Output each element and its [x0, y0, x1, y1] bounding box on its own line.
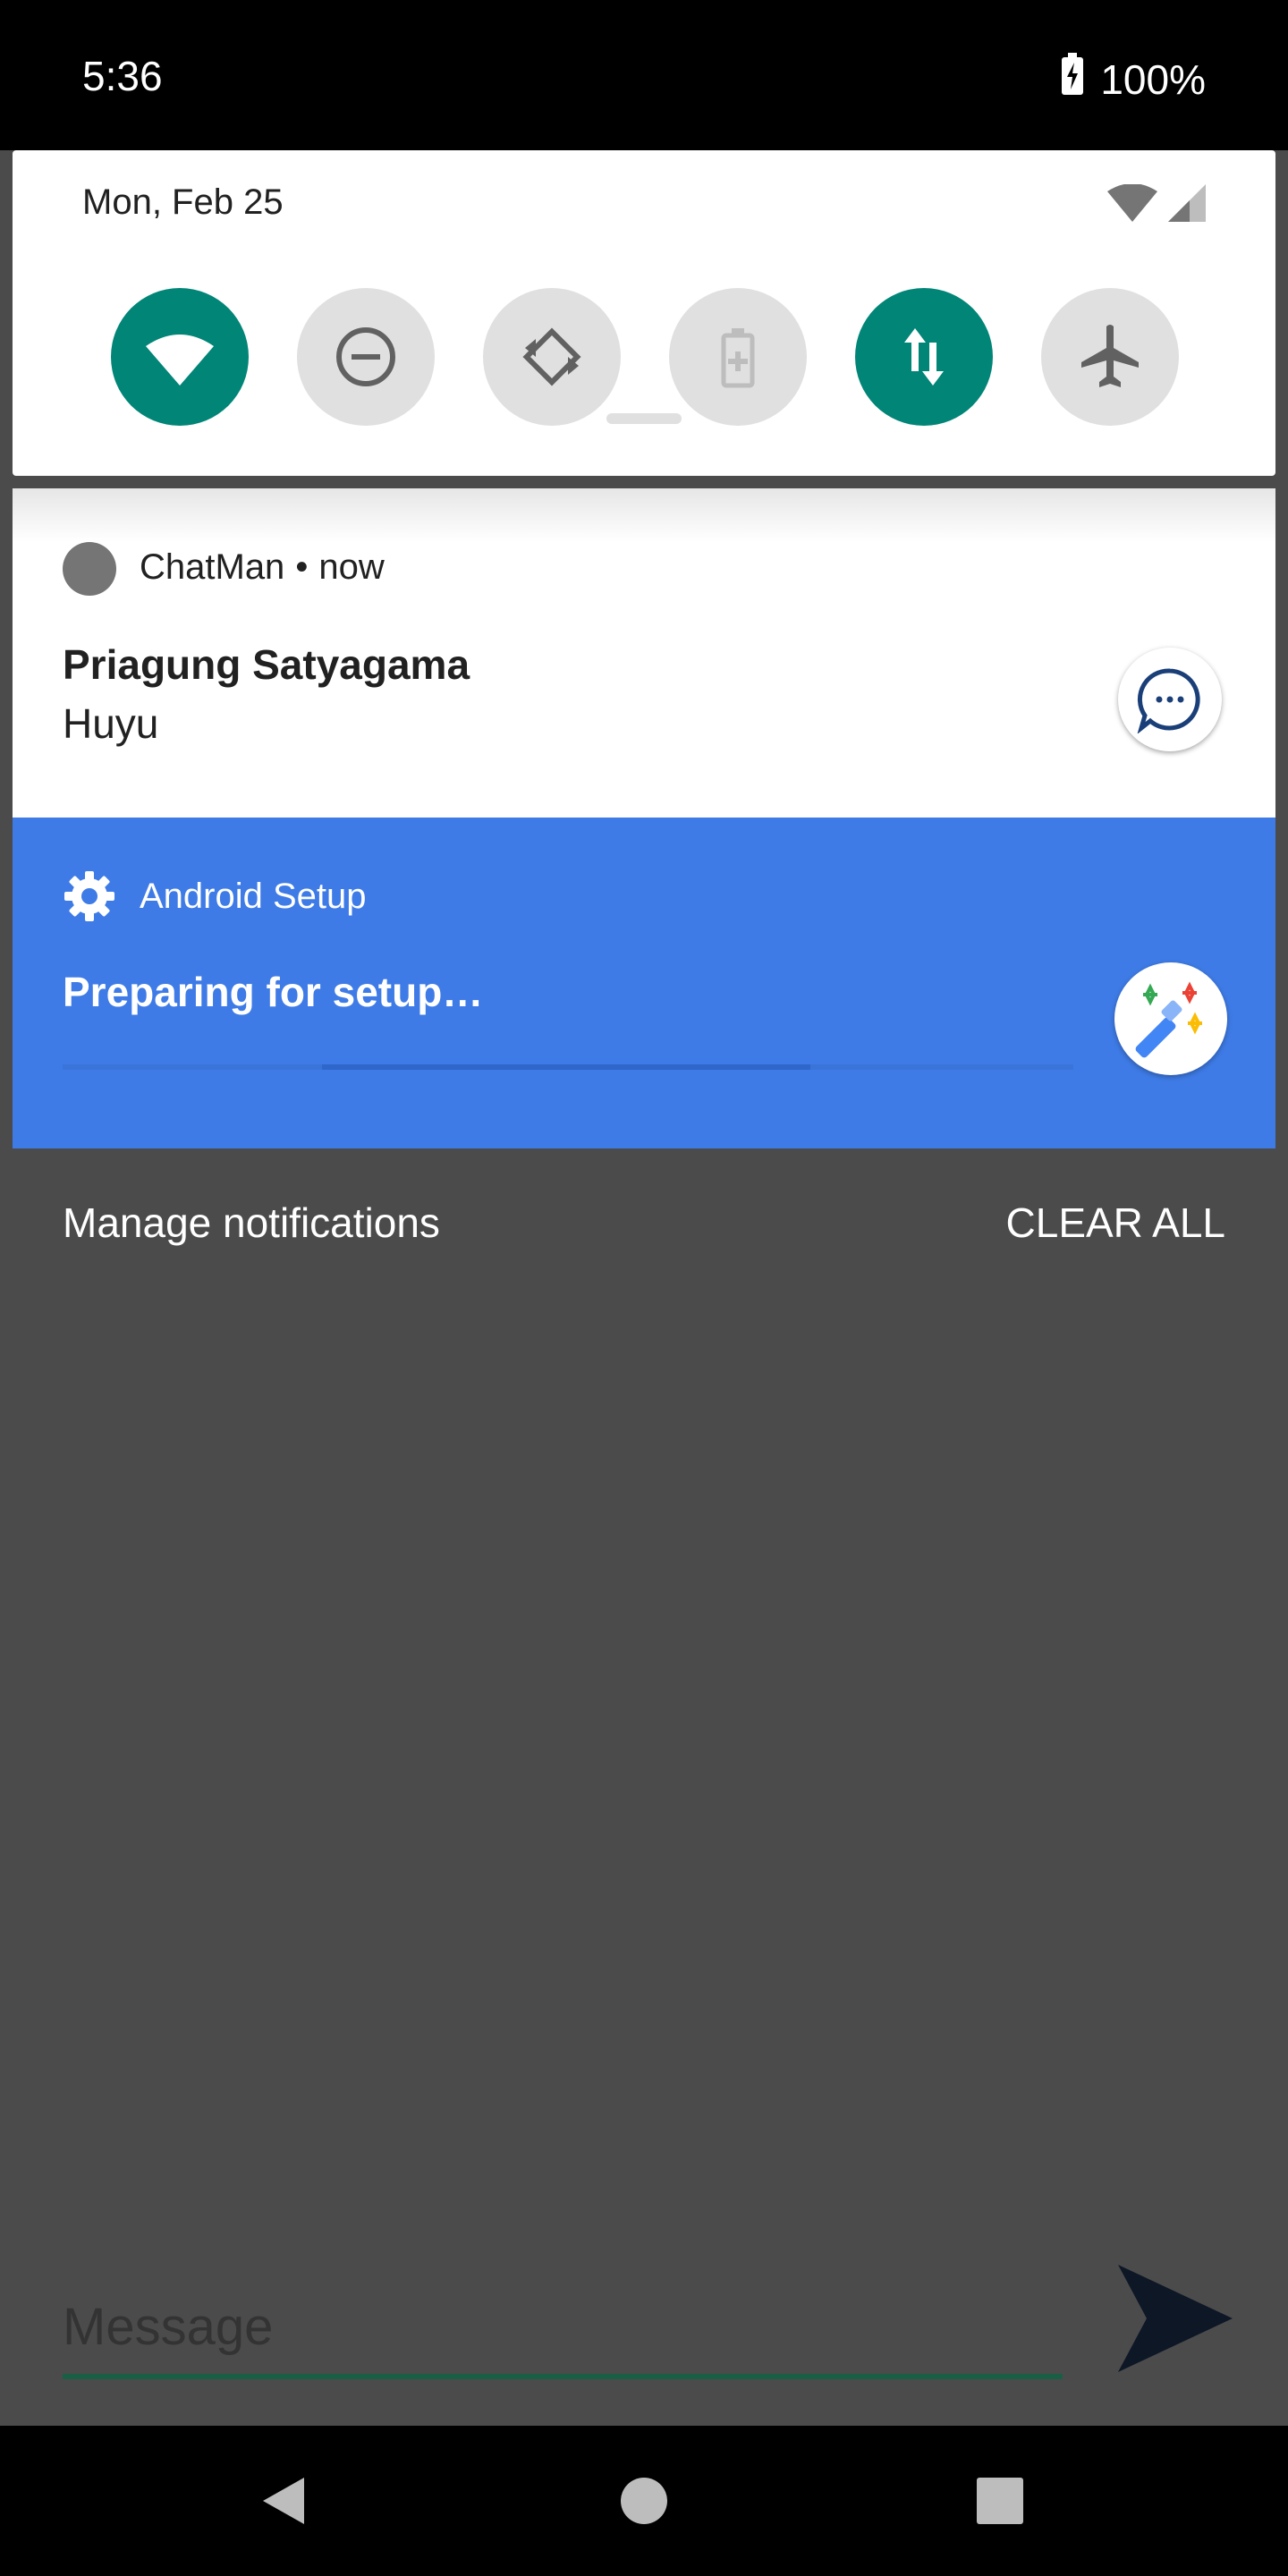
setup-notification[interactable]: Android Setup Preparing for setup…	[13, 818, 1275, 1148]
mobile-data-tile[interactable]	[855, 288, 993, 426]
data-arrows-icon	[904, 328, 944, 386]
notification-footer: Manage notifications CLEAR ALL	[63, 1199, 1225, 1256]
wifi-status-icon	[1107, 183, 1157, 226]
message-input[interactable]	[63, 2279, 1063, 2379]
auto-rotate-icon	[522, 327, 581, 386]
magic-wand-icon	[1135, 981, 1202, 1058]
qs-tiles	[13, 288, 1275, 426]
wifi-icon	[146, 335, 214, 386]
chat-app-name: ChatMan	[140, 547, 285, 587]
battery-saver-tile[interactable]	[669, 288, 807, 426]
chat-timestamp: now	[318, 547, 385, 587]
qs-date[interactable]: Mon, Feb 25	[82, 182, 284, 223]
airplane-icon	[1081, 325, 1139, 387]
airplane-mode-tile[interactable]	[1041, 288, 1179, 426]
recents-square-icon	[977, 2478, 1023, 2524]
status-time: 5:36	[82, 53, 163, 99]
setup-app-name: Android Setup	[140, 877, 367, 916]
quick-settings-panel: Mon, Feb 25	[13, 150, 1275, 476]
chat-bubble-icon	[1137, 668, 1200, 733]
auto-rotate-tile[interactable]	[483, 288, 621, 426]
cell-signal-icon	[1168, 184, 1206, 226]
chat-notification[interactable]: ChatMan • now Priagung Satyagama Huyu	[13, 488, 1275, 818]
manage-notifications-button[interactable]: Manage notifications	[63, 1199, 440, 1247]
setup-progress-indicator	[322, 1064, 810, 1070]
battery-charging-icon	[1059, 52, 1086, 106]
chat-sender-name: Priagung Satyagama	[63, 641, 470, 688]
do-not-disturb-icon	[336, 327, 395, 386]
notification-shade-gradient	[13, 488, 1275, 542]
navigation-bar	[0, 2426, 1288, 2576]
home-circle-icon	[621, 2478, 667, 2524]
chat-notification-header: ChatMan • now	[140, 547, 385, 588]
send-button[interactable]	[1111, 2261, 1236, 2376]
chat-message-text: Huyu	[63, 700, 159, 747]
back-button[interactable]	[256, 2472, 313, 2529]
wifi-tile[interactable]	[111, 288, 249, 426]
status-bar: 5:36 100%	[0, 0, 1288, 150]
battery-level: 100%	[1100, 55, 1206, 103]
setup-wizard-logo	[1114, 962, 1227, 1075]
qs-expand-handle[interactable]	[606, 413, 682, 424]
setup-progress-bar	[63, 1064, 1073, 1070]
chatman-app-icon	[63, 542, 116, 596]
header-separator: •	[295, 547, 309, 587]
battery-saver-icon	[721, 328, 755, 388]
home-button[interactable]	[615, 2472, 673, 2529]
setup-status-text: Preparing for setup…	[63, 969, 484, 1015]
dnd-tile[interactable]	[297, 288, 435, 426]
recents-button[interactable]	[971, 2472, 1029, 2529]
qs-signal-indicators	[1107, 183, 1206, 226]
back-triangle-icon	[263, 2478, 304, 2524]
clear-all-button[interactable]: CLEAR ALL	[1006, 1199, 1225, 1247]
status-right: 100%	[1059, 52, 1206, 106]
chat-bubble-button[interactable]	[1118, 648, 1222, 751]
send-icon	[1118, 2265, 1233, 2372]
settings-gear-icon	[64, 871, 114, 921]
